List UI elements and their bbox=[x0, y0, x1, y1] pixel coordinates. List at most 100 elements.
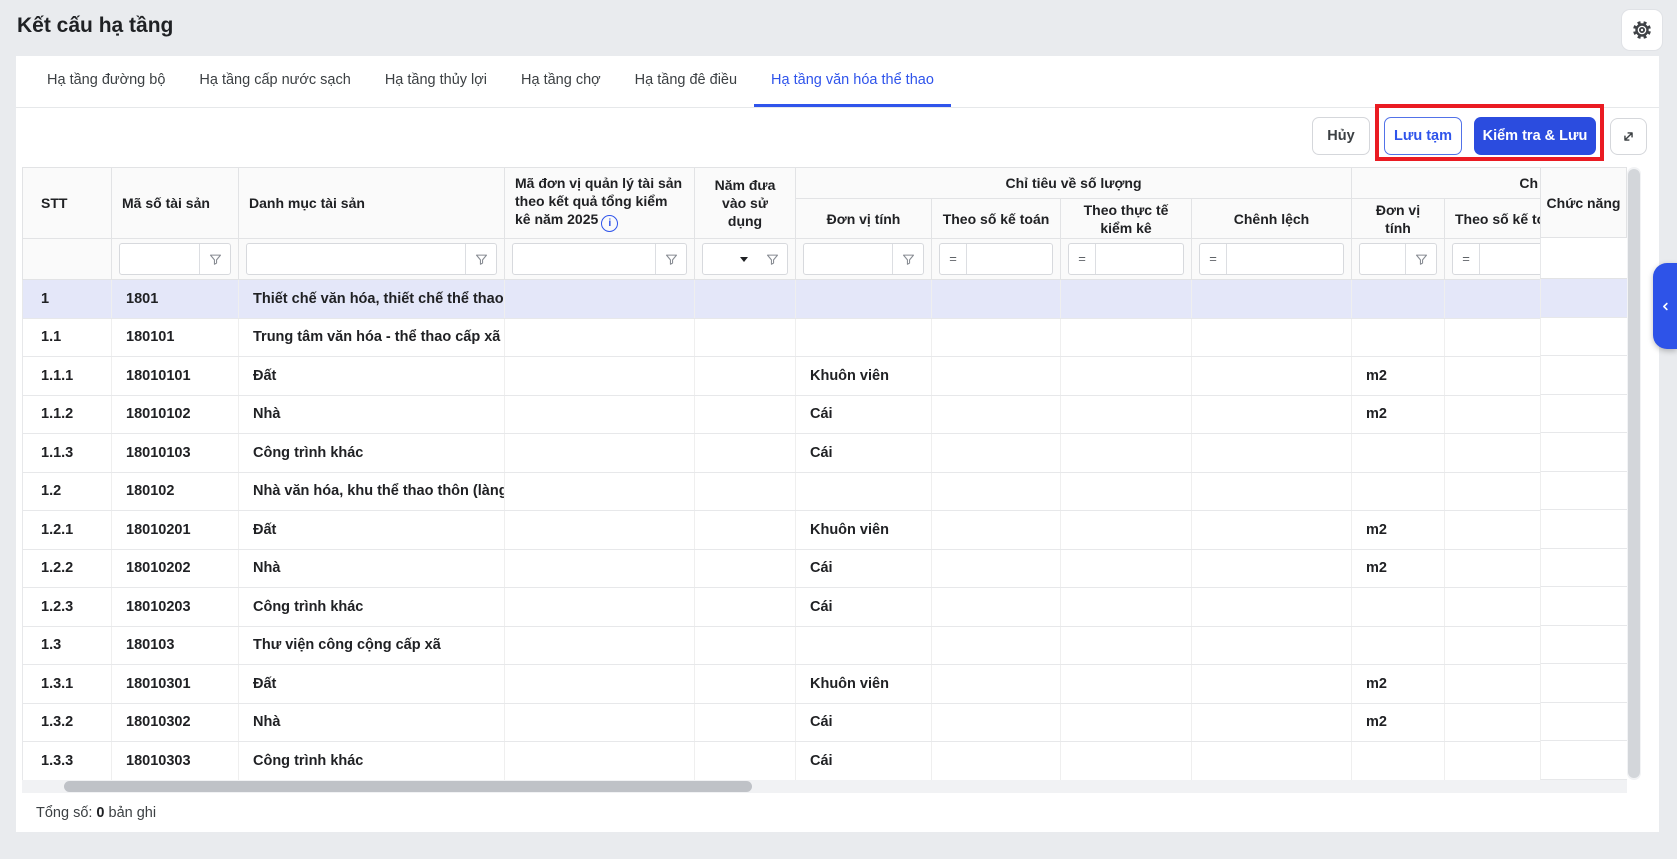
save-temp-button[interactable]: Lưu tạm bbox=[1384, 117, 1462, 155]
cell-unit-area[interactable]: m2 bbox=[1352, 395, 1445, 434]
cell-asset-category[interactable]: Công trình khác bbox=[239, 742, 505, 781]
cell-unit-qty[interactable]: Khuôn viên bbox=[796, 357, 932, 396]
cell-per-accounting[interactable] bbox=[932, 318, 1061, 357]
cell-unit-code[interactable] bbox=[505, 318, 695, 357]
table-row[interactable]: 1.1180101Trung tâm văn hóa - thể thao cấ… bbox=[23, 318, 1628, 357]
cell-asset-category[interactable]: Công trình khác bbox=[239, 434, 505, 473]
cell-asset-code[interactable]: 18010103 bbox=[112, 434, 239, 473]
cell-asset-category[interactable]: Thiết chế văn hóa, thiết chế thể thao bbox=[239, 280, 505, 319]
cell-per-accounting[interactable] bbox=[932, 434, 1061, 473]
cell-per-inventory[interactable] bbox=[1061, 434, 1192, 473]
caret-down-icon[interactable] bbox=[740, 257, 748, 262]
cell-asset-category[interactable]: Nhà bbox=[239, 549, 505, 588]
cell-stt[interactable]: 1 bbox=[23, 280, 112, 319]
cell-unit-code[interactable] bbox=[505, 395, 695, 434]
cell-per-accounting[interactable] bbox=[932, 703, 1061, 742]
cell-asset-category[interactable]: Trung tâm văn hóa - thể thao cấp xã bbox=[239, 318, 505, 357]
cell-unit-code[interactable] bbox=[505, 280, 695, 319]
cell-unit-area[interactable] bbox=[1352, 280, 1445, 319]
expand-button[interactable] bbox=[1610, 118, 1647, 155]
cell-unit-code[interactable] bbox=[505, 626, 695, 665]
filter-input-difference[interactable] bbox=[1227, 244, 1343, 274]
tab-4[interactable]: Hạ tầng chợ bbox=[504, 56, 618, 107]
cell-stt[interactable]: 1.2.2 bbox=[23, 549, 112, 588]
table-row[interactable]: 1.3.318010303Công trình khácCái bbox=[23, 742, 1628, 781]
cell-unit-qty[interactable]: Cái bbox=[796, 549, 932, 588]
cell-per-inventory[interactable] bbox=[1061, 395, 1192, 434]
filter-select-year[interactable] bbox=[703, 244, 740, 274]
cell-difference[interactable] bbox=[1192, 588, 1352, 627]
cell-year[interactable] bbox=[695, 665, 796, 704]
cell-year[interactable] bbox=[695, 318, 796, 357]
table-row[interactable]: 1.1.318010103Công trình khácCái bbox=[23, 434, 1628, 473]
cell-difference[interactable] bbox=[1192, 434, 1352, 473]
cell-unit-area[interactable]: m2 bbox=[1352, 511, 1445, 550]
cell-per-accounting[interactable] bbox=[932, 357, 1061, 396]
cell-asset-category[interactable]: Đất bbox=[239, 511, 505, 550]
table-row[interactable]: 1.3.118010301ĐấtKhuôn viênm2 bbox=[23, 665, 1628, 704]
cell-asset-code[interactable]: 18010303 bbox=[112, 742, 239, 781]
cell-asset-code[interactable]: 180101 bbox=[112, 318, 239, 357]
table-row[interactable]: 1.1.218010102NhàCáim2 bbox=[23, 395, 1628, 434]
cell-per-inventory[interactable] bbox=[1061, 472, 1192, 511]
filter-input-unit-code[interactable] bbox=[513, 244, 655, 274]
cell-year[interactable] bbox=[695, 626, 796, 665]
funnel-icon[interactable] bbox=[655, 244, 686, 274]
cell-unit-code[interactable] bbox=[505, 472, 695, 511]
tab-2[interactable]: Hạ tầng cấp nước sạch bbox=[182, 56, 367, 107]
table-row[interactable]: 11801Thiết chế văn hóa, thiết chế thể th… bbox=[23, 280, 1628, 319]
table-row[interactable]: 1.2.218010202NhàCáim2 bbox=[23, 549, 1628, 588]
cell-unit-code[interactable] bbox=[505, 703, 695, 742]
settings-button[interactable] bbox=[1621, 9, 1663, 51]
horizontal-scrollbar[interactable] bbox=[22, 780, 1627, 793]
cell-unit-code[interactable] bbox=[505, 742, 695, 781]
table-row[interactable]: 1.3.218010302NhàCáim2 bbox=[23, 703, 1628, 742]
cell-difference[interactable] bbox=[1192, 626, 1352, 665]
cell-stt[interactable]: 1.3 bbox=[23, 626, 112, 665]
cell-unit-area[interactable] bbox=[1352, 742, 1445, 781]
cell-difference[interactable] bbox=[1192, 280, 1352, 319]
cell-asset-code[interactable]: 18010201 bbox=[112, 511, 239, 550]
cell-unit-qty[interactable]: Cái bbox=[796, 434, 932, 473]
cell-unit-qty[interactable] bbox=[796, 472, 932, 511]
cell-per-inventory[interactable] bbox=[1061, 511, 1192, 550]
cell-per-inventory[interactable] bbox=[1061, 703, 1192, 742]
cell-difference[interactable] bbox=[1192, 549, 1352, 588]
cell-unit-area[interactable] bbox=[1352, 318, 1445, 357]
cell-per-accounting[interactable] bbox=[932, 549, 1061, 588]
cell-stt[interactable]: 1.2.3 bbox=[23, 588, 112, 627]
cell-difference[interactable] bbox=[1192, 665, 1352, 704]
cell-unit-code[interactable] bbox=[505, 511, 695, 550]
table-row[interactable]: 1.1.118010101ĐấtKhuôn viênm2 bbox=[23, 357, 1628, 396]
table-row[interactable]: 1.2.318010203Công trình khácCái bbox=[23, 588, 1628, 627]
cell-unit-code[interactable] bbox=[505, 665, 695, 704]
cell-stt[interactable]: 1.1 bbox=[23, 318, 112, 357]
cell-stt[interactable]: 1.2.1 bbox=[23, 511, 112, 550]
table-row[interactable]: 1.2.118010201Đất Khuôn viên m2 bbox=[23, 511, 1628, 550]
cell-unit-qty[interactable] bbox=[796, 280, 932, 319]
cell-asset-category[interactable]: Nhà văn hóa, khu thể thao thôn (làng, … bbox=[239, 472, 505, 511]
cell-stt[interactable]: 1.1.1 bbox=[23, 357, 112, 396]
filter-input-per-inventory[interactable] bbox=[1096, 244, 1183, 274]
cell-difference[interactable] bbox=[1192, 357, 1352, 396]
cell-difference[interactable] bbox=[1192, 318, 1352, 357]
cell-year[interactable] bbox=[695, 549, 796, 588]
cell-year[interactable] bbox=[695, 703, 796, 742]
cell-per-inventory[interactable] bbox=[1061, 588, 1192, 627]
horizontal-scrollbar-thumb[interactable] bbox=[64, 781, 752, 792]
cell-asset-code[interactable]: 18010202 bbox=[112, 549, 239, 588]
cell-per-accounting[interactable] bbox=[932, 280, 1061, 319]
tab-3[interactable]: Hạ tầng thủy lợi bbox=[368, 56, 504, 107]
cell-unit-qty[interactable]: Khuôn viên bbox=[796, 511, 932, 550]
cell-asset-code[interactable]: 180103 bbox=[112, 626, 239, 665]
cell-year[interactable] bbox=[695, 742, 796, 781]
cell-asset-category[interactable]: Đất bbox=[239, 665, 505, 704]
equals-operator[interactable]: = bbox=[1200, 244, 1227, 274]
equals-operator[interactable]: = bbox=[940, 244, 967, 274]
cell-per-accounting[interactable] bbox=[932, 665, 1061, 704]
cell-per-accounting[interactable] bbox=[932, 588, 1061, 627]
cell-per-accounting[interactable] bbox=[932, 742, 1061, 781]
cell-asset-category[interactable]: Công trình khác bbox=[239, 588, 505, 627]
cell-unit-area[interactable]: m2 bbox=[1352, 703, 1445, 742]
vertical-scrollbar-thumb[interactable] bbox=[1628, 169, 1640, 778]
